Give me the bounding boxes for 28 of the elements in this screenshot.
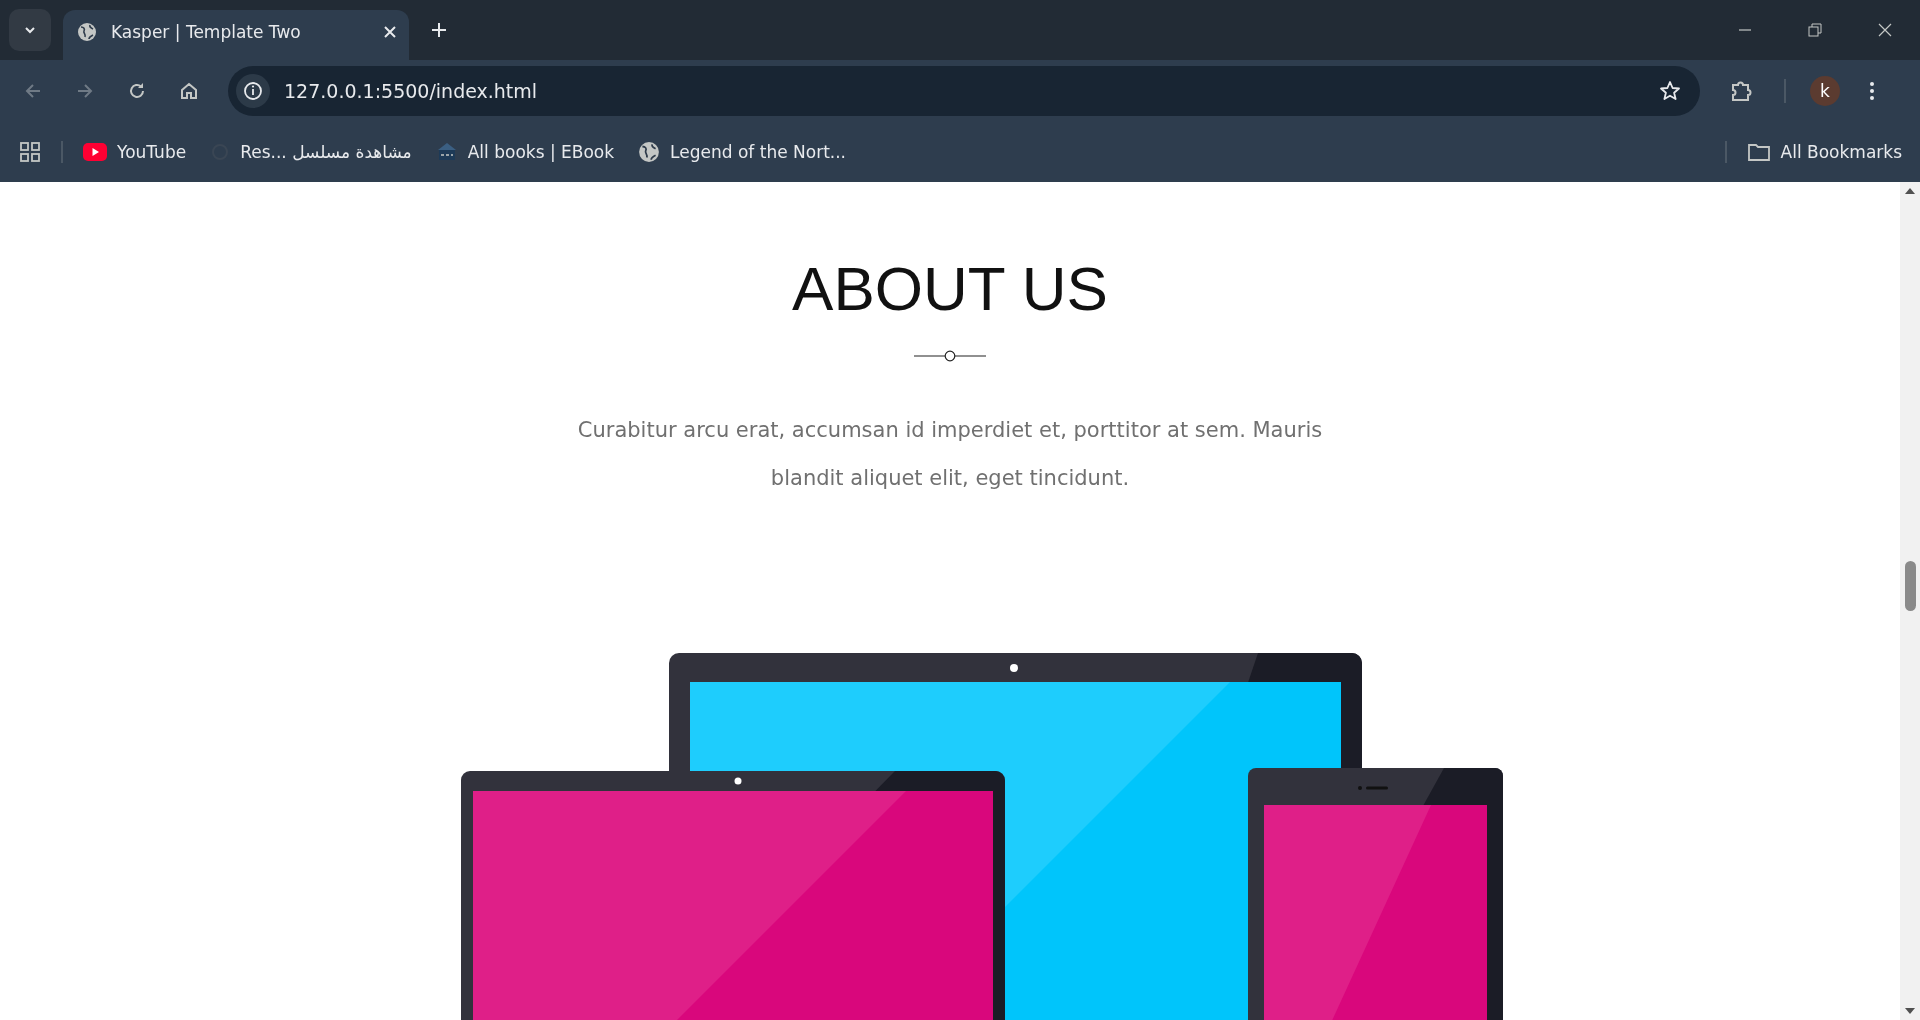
scroll-thumb[interactable] xyxy=(1904,561,1916,611)
play-logo-icon xyxy=(83,143,107,161)
close-tab-icon[interactable] xyxy=(383,25,397,39)
bookmark-item[interactable]: YouTube xyxy=(83,141,187,163)
globe-icon xyxy=(638,141,661,163)
section-heading: ABOUT US xyxy=(792,258,1108,320)
browser-tab[interactable]: Kasper | Template Two xyxy=(63,10,409,60)
close-icon[interactable] xyxy=(1877,22,1893,38)
about-paragraph: Curabitur arcu erat, accumsan id imperdiet et, porttitor at sem. Mauris blandit aliquet elit, eget tincidunt. xyxy=(576,417,1324,492)
bookmark-item[interactable]: Legend of the Nort... xyxy=(638,141,846,163)
scrollbar[interactable] xyxy=(1900,182,1920,1020)
apps-icon[interactable] xyxy=(19,141,41,163)
all-bookmarks-button[interactable]: All Bookmarks xyxy=(1746,142,1902,162)
profile-avatar[interactable]: k xyxy=(1810,76,1840,106)
scroll-down-icon[interactable] xyxy=(1904,1006,1916,1016)
plus-icon xyxy=(430,21,448,39)
url-text: 127.0.0.1:5500/index.html xyxy=(284,80,539,102)
bookmark-item[interactable]: All books | EBook xyxy=(435,141,615,163)
scroll-up-icon[interactable] xyxy=(1904,186,1916,196)
info-icon[interactable] xyxy=(236,74,270,108)
restore-icon[interactable] xyxy=(1807,22,1823,38)
globe-icon xyxy=(77,22,97,42)
folder-icon xyxy=(1746,142,1771,162)
bookmark-item[interactable]: Res... مشاهدة مسلسل xyxy=(210,141,412,163)
address-bar[interactable]: 127.0.0.1:5500/index.html xyxy=(228,66,1700,116)
home-icon[interactable] xyxy=(178,80,200,102)
menu-icon[interactable] xyxy=(1868,80,1876,102)
star-icon[interactable] xyxy=(1658,79,1682,103)
